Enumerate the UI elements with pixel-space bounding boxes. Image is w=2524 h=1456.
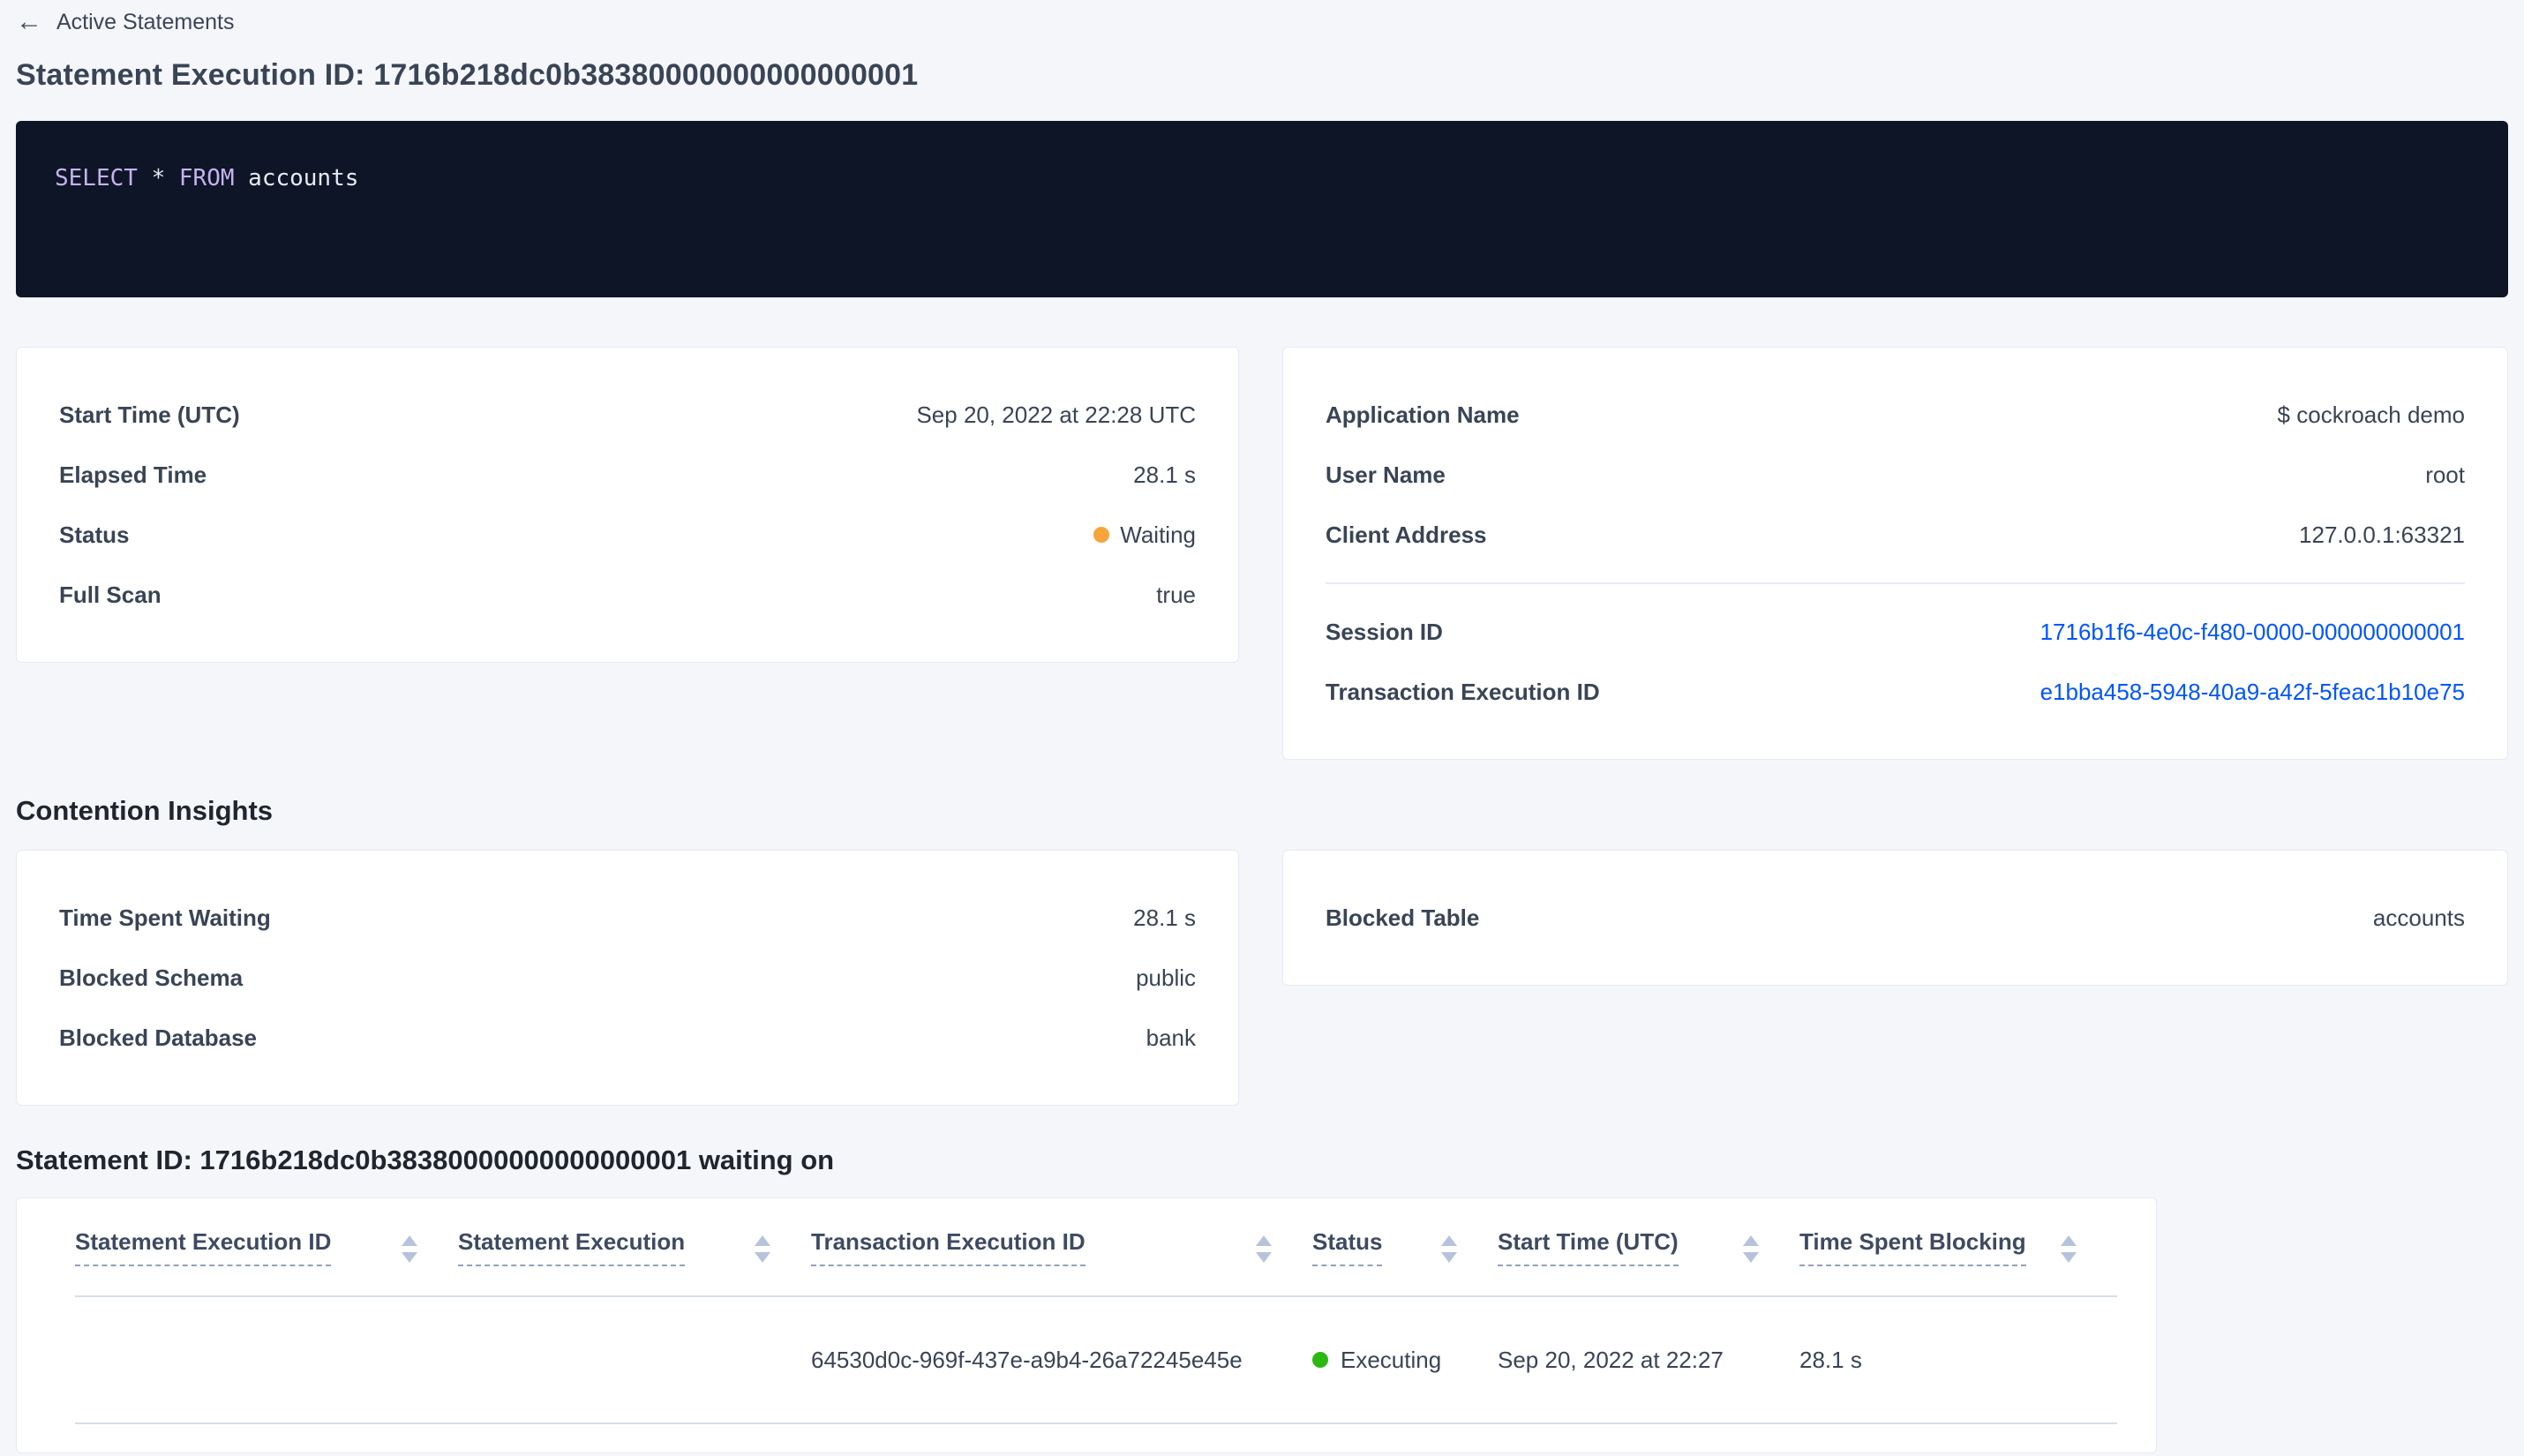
kv-label: Status <box>59 521 130 548</box>
column-header-label: Statement Execution <box>458 1228 686 1266</box>
kv-label: Transaction Execution ID <box>1326 678 1600 705</box>
kv-label: Client Address <box>1326 521 1487 548</box>
kv-row-time-spent-waiting: Time Spent Waiting 28.1 s <box>59 888 1196 948</box>
kv-label: Start Time (UTC) <box>59 401 240 428</box>
column-header-statement-execution-id[interactable]: Statement Execution ID <box>75 1228 458 1266</box>
statement-details-card: Start Time (UTC) Sep 20, 2022 at 22:28 U… <box>16 347 1239 663</box>
sql-text: * <box>137 165 179 191</box>
kv-row-client-address: Client Address 127.0.0.1:63321 <box>1326 505 2465 565</box>
kv-label: Elapsed Time <box>59 461 207 488</box>
blocked-table-card: Blocked Table accounts <box>1282 850 2508 986</box>
column-header-statement-execution[interactable]: Statement Execution <box>458 1228 811 1266</box>
column-header-time-spent-blocking[interactable]: Time Spent Blocking <box>1799 1228 2117 1266</box>
breadcrumb-label: Active Statements <box>56 9 235 34</box>
status-text: Executing <box>1341 1346 1442 1373</box>
waiting-on-table-header: Statement Execution ID Statement Executi… <box>75 1198 2117 1297</box>
contention-left-card: Time Spent Waiting 28.1 s Blocked Schema… <box>16 850 1239 1106</box>
contention-cards-row: Time Spent Waiting 28.1 s Blocked Schema… <box>16 850 2508 1106</box>
status-dot-waiting-icon <box>1093 527 1110 543</box>
kv-value: Sep 20, 2022 at 22:28 UTC <box>916 401 1196 428</box>
kv-row-user-name: User Name root <box>1326 445 2465 505</box>
column-header-label: Status <box>1312 1228 1383 1266</box>
statement-execution-page: ← Active Statements Statement Execution … <box>0 0 2524 1453</box>
kv-label: Time Spent Waiting <box>59 904 271 931</box>
sql-keyword: SELECT <box>55 165 138 191</box>
cell-time-spent-blocking: 28.1 s <box>1799 1346 1862 1373</box>
kv-value: 28.1 s <box>1133 461 1196 488</box>
kv-row-status: Status Waiting <box>59 505 1196 565</box>
cell-transaction-execution-id: 64530d0c-969f-437e-a9b4-26a72245e45e <box>811 1346 1243 1373</box>
status-value: Waiting <box>1093 522 1196 549</box>
column-header-label: Transaction Execution ID <box>811 1228 1085 1266</box>
kv-value: $ cockroach demo <box>2277 401 2465 428</box>
kv-value: 127.0.0.1:63321 <box>2299 521 2465 548</box>
column-header-label: Statement Execution ID <box>75 1228 332 1266</box>
kv-row-blocked-table: Blocked Table accounts <box>1326 888 2465 948</box>
column-header-label: Start Time (UTC) <box>1498 1228 1679 1266</box>
sort-arrows-icon[interactable] <box>402 1228 417 1263</box>
sql-statement-box: SELECT * FROM accounts <box>16 121 2508 297</box>
kv-row-full-scan: Full Scan true <box>59 565 1196 625</box>
session-details-card: Application Name $ cockroach demo User N… <box>1282 347 2508 760</box>
sort-arrows-icon[interactable] <box>1256 1228 1272 1263</box>
kv-row-blocked-schema: Blocked Schema public <box>59 948 1196 1008</box>
sort-arrows-icon[interactable] <box>2061 1228 2077 1263</box>
column-header-start-time[interactable]: Start Time (UTC) <box>1498 1228 1799 1266</box>
status-dot-executing-icon <box>1312 1352 1328 1368</box>
kv-value: true <box>1156 581 1196 608</box>
kv-value: accounts <box>2372 904 2465 931</box>
sort-arrows-icon[interactable] <box>755 1228 770 1263</box>
back-to-active-statements-link[interactable]: ← Active Statements <box>16 0 234 37</box>
kv-row-blocked-database: Blocked Database bank <box>59 1008 1196 1068</box>
kv-row-start-time: Start Time (UTC) Sep 20, 2022 at 22:28 U… <box>59 385 1196 445</box>
sort-arrows-icon[interactable] <box>1441 1228 1457 1263</box>
sql-keyword: FROM <box>178 165 235 191</box>
kv-row-session-id: Session ID 1716b1f6-4e0c-f480-0000-00000… <box>1326 602 2465 662</box>
card-divider <box>1326 582 2465 584</box>
kv-label: Blocked Table <box>1326 904 1480 931</box>
column-header-transaction-execution-id[interactable]: Transaction Execution ID <box>811 1228 1312 1266</box>
column-header-status[interactable]: Status <box>1312 1228 1498 1266</box>
sort-arrows-icon[interactable] <box>1743 1228 1759 1263</box>
kv-value: bank <box>1146 1024 1196 1051</box>
kv-label: User Name <box>1326 461 1446 488</box>
kv-label: Session ID <box>1326 618 1443 645</box>
table-row: 64530d0c-969f-437e-a9b4-26a72245e45e Exe… <box>75 1297 2117 1424</box>
arrow-left-icon: ← <box>16 7 42 36</box>
kv-row-transaction-execution-id: Transaction Execution ID e1bba458-5948-4… <box>1326 662 2465 722</box>
status-text: Waiting <box>1120 521 1196 548</box>
cell-start-time: Sep 20, 2022 at 22:27 <box>1498 1346 1724 1373</box>
waiting-on-heading: Statement ID: 1716b218dc0b38380000000000… <box>16 1145 835 1175</box>
waiting-on-table-card: Statement Execution ID Statement Executi… <box>16 1197 2157 1453</box>
sql-text: accounts <box>234 165 359 191</box>
kv-value: public <box>1136 964 1196 991</box>
contention-insights-heading: Contention Insights <box>16 795 274 826</box>
session-id-link[interactable]: 1716b1f6-4e0c-f480-0000-000000000001 <box>2040 619 2465 646</box>
kv-value: 28.1 s <box>1133 904 1196 931</box>
kv-label: Blocked Schema <box>59 964 244 991</box>
page-title: Statement Execution ID: 1716b218dc0b3838… <box>16 58 919 92</box>
column-header-label: Time Spent Blocking <box>1799 1228 2026 1266</box>
top-cards-row: Start Time (UTC) Sep 20, 2022 at 22:28 U… <box>16 347 2508 760</box>
kv-value: root <box>2425 461 2465 488</box>
kv-row-elapsed-time: Elapsed Time 28.1 s <box>59 445 1196 505</box>
transaction-execution-id-link[interactable]: e1bba458-5948-40a9-a42f-5feac1b10e75 <box>2040 679 2465 706</box>
cell-status: Executing <box>1312 1347 1498 1374</box>
kv-label: Application Name <box>1326 401 1520 428</box>
kv-label: Blocked Database <box>59 1024 257 1051</box>
kv-label: Full Scan <box>59 581 162 608</box>
kv-row-application-name: Application Name $ cockroach demo <box>1326 385 2465 445</box>
